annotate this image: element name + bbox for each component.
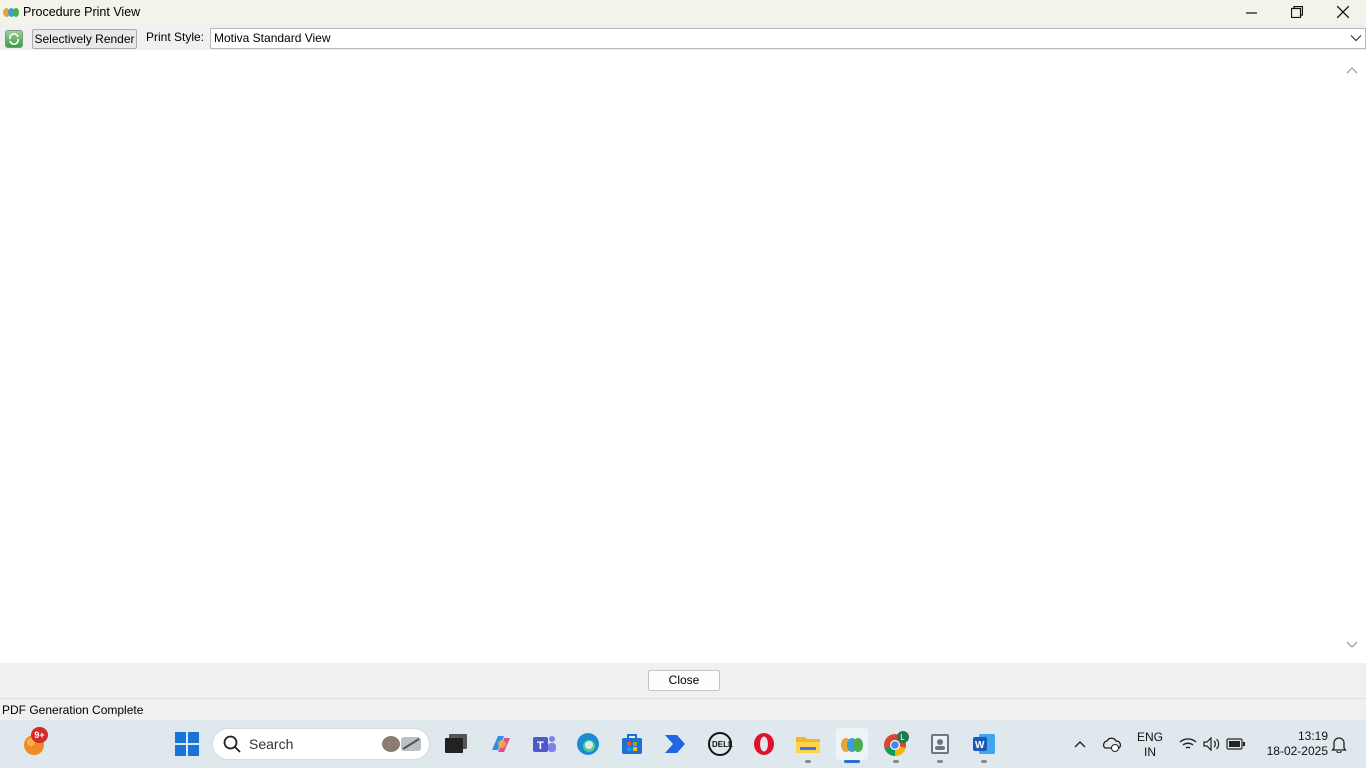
- language-line1: ENG: [1136, 730, 1163, 744]
- minimize-icon: [1245, 11, 1257, 14]
- scroll-up-icon[interactable]: [1346, 66, 1358, 74]
- opera-icon[interactable]: [748, 728, 780, 760]
- clock-time: 13:19: [1297, 729, 1328, 743]
- contacts-app-icon[interactable]: [924, 728, 956, 763]
- print-style-value: Motiva Standard View: [214, 31, 331, 45]
- clock-date: 18-02-2025: [1266, 744, 1328, 758]
- show-hidden-icons-chevron-icon[interactable]: [1064, 728, 1096, 760]
- svg-text:W: W: [975, 740, 985, 751]
- refresh-button[interactable]: [5, 30, 23, 48]
- status-bar: PDF Generation Complete: [0, 698, 1366, 720]
- procedure-app-icon[interactable]: [836, 728, 868, 763]
- close-window-button[interactable]: [1320, 0, 1366, 24]
- running-indicator: [981, 760, 987, 763]
- print-style-dropdown[interactable]: Motiva Standard View: [210, 28, 1366, 49]
- print-style-label: Print Style:: [146, 30, 205, 44]
- window-controls: [1228, 0, 1366, 24]
- running-indicator: [893, 760, 899, 763]
- running-indicator: [805, 760, 811, 763]
- dell-icon[interactable]: DELL: [704, 728, 736, 760]
- task-view-icon[interactable]: [440, 728, 472, 760]
- close-icon: [1337, 6, 1349, 18]
- language-indicator[interactable]: ENG IN: [1133, 730, 1167, 760]
- dialog-footer: Close: [0, 663, 1366, 698]
- toolbar: Selectively Render Print Style: Motiva S…: [0, 27, 1366, 50]
- store-icon[interactable]: [616, 728, 648, 760]
- active-indicator: [844, 760, 860, 763]
- window-title: Procedure Print View: [23, 5, 141, 19]
- clock[interactable]: 13:19 18-02-2025: [1256, 729, 1328, 759]
- svg-text:DELL: DELL: [712, 740, 733, 749]
- notification-badge: 9+: [31, 727, 48, 743]
- pdf-viewer-area[interactable]: [0, 50, 1366, 663]
- refresh-icon: [9, 33, 19, 45]
- notifications-icon[interactable]: [1323, 728, 1355, 760]
- search-placeholder: Search: [249, 736, 294, 752]
- status-text: PDF Generation Complete: [2, 703, 144, 717]
- battery-icon[interactable]: [1220, 728, 1252, 760]
- search-highlight-icon: [382, 736, 421, 752]
- svg-text:T: T: [537, 740, 544, 752]
- power-automate-icon[interactable]: [660, 728, 692, 760]
- copilot-icon[interactable]: [484, 728, 516, 760]
- chrome-profile-letter: L: [900, 733, 905, 742]
- taskbar: 9+ Search T DELL L W ENG IN 13:19 18-02-…: [0, 720, 1366, 768]
- chevron-down-icon: [1350, 35, 1362, 42]
- app-logo-icon: [3, 5, 19, 19]
- title-bar: Procedure Print View: [0, 0, 1366, 24]
- running-indicator: [937, 760, 943, 763]
- start-icon[interactable]: [171, 728, 203, 760]
- search-icon: [223, 735, 241, 753]
- language-line2: IN: [1144, 745, 1156, 759]
- file-explorer-icon[interactable]: [792, 728, 824, 763]
- minimize-button[interactable]: [1228, 0, 1274, 24]
- selectively-render-button[interactable]: Selectively Render: [32, 29, 137, 49]
- onedrive-sync-icon[interactable]: [1096, 728, 1128, 760]
- edge-icon[interactable]: [572, 728, 604, 760]
- close-button[interactable]: Close: [648, 670, 720, 691]
- word-icon[interactable]: W: [968, 728, 1000, 763]
- restore-icon: [1291, 6, 1303, 18]
- taskbar-search[interactable]: Search: [212, 728, 430, 760]
- teams-icon[interactable]: T: [528, 728, 560, 760]
- restore-button[interactable]: [1274, 0, 1320, 24]
- chrome-icon[interactable]: L: [880, 728, 912, 763]
- scroll-down-icon[interactable]: [1346, 641, 1358, 649]
